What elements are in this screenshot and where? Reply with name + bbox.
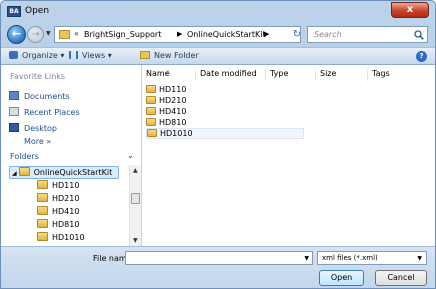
breadcrumb-arrow-icon[interactable]: ▶ [264,30,269,38]
open-button[interactable]: Open [319,270,364,286]
tree-item-label: HD410 [52,207,80,216]
chevron-down-icon[interactable]: ▼ [304,255,309,262]
folder-icon [146,85,156,93]
file-list: ▲ Name Date modified Type Size Tags HD110… [142,65,435,246]
column-header-name[interactable]: ▲ Name [142,69,196,81]
column-header-date-modified[interactable]: Date modified [196,69,266,81]
folder-icon [146,107,156,115]
file-type-value: xml files (*.xml) [322,254,378,262]
file-type-select[interactable]: xml files (*.xml) ▼ [317,251,427,265]
title-bar: BA Open x [1,1,435,23]
folder-icon [37,206,48,215]
scrollbar-thumb[interactable] [131,193,140,204]
tree-item[interactable]: HD1010 [37,232,85,245]
scroll-up-icon[interactable]: ▲ [133,167,138,174]
tree-item[interactable]: HD810 [37,219,79,232]
file-row[interactable]: HD210 [146,96,186,107]
folder-icon [147,129,157,137]
tree-item-label: HD110 [52,181,80,190]
forward-button[interactable]: → [27,26,44,43]
tree-item-label: HD210 [52,194,80,203]
tree-item-onlinequickstartkit[interactable]: ◢ OnlineQuickStartKit [9,166,119,179]
documents-icon [9,91,19,100]
favorite-label: Desktop [24,124,57,133]
favorite-label: Documents [24,92,70,101]
new-folder-icon [140,51,150,59]
organize-menu[interactable]: Organize ▾ [9,51,64,60]
folder-tree: ◢ OnlineQuickStartKit HD110 HD210 HD410 H… [1,165,129,246]
recent-places-icon [9,107,19,116]
window-title: Open [25,6,50,16]
folder-icon [37,193,48,202]
desktop-icon [9,123,19,132]
views-label: Views ▾ [82,51,112,60]
tree-item[interactable]: HD210 [37,193,79,206]
column-header-type[interactable]: Type [266,69,316,81]
file-name: HD210 [159,96,187,105]
scroll-down-icon[interactable]: ▼ [133,237,138,244]
file-name: HD410 [159,107,187,116]
file-row[interactable]: HD110 [146,85,186,96]
organize-icon [9,51,18,59]
breadcrumb-item[interactable]: BrightSign_Support [84,30,161,39]
app-icon: BA [7,6,21,17]
file-name: HD1010 [160,129,193,138]
breadcrumb-arrow-icon[interactable]: ▶ [177,30,182,38]
toolbar: Organize ▾ Views ▾ New Folder ? [1,47,435,65]
breadcrumb-overflow[interactable]: « [74,29,79,38]
tree-item[interactable]: HD410 [37,206,79,219]
favorite-label: Recent Places [24,108,80,117]
folder-icon [37,232,48,241]
breadcrumb-item[interactable]: OnlineQuickStartKit [187,30,266,39]
search-input[interactable]: Search [307,26,428,43]
recent-pages-dropdown[interactable]: ▼ [46,30,51,37]
tree-item[interactable]: HD110 [37,180,79,193]
folder-icon [37,180,48,189]
address-row: ← → ▼ « BrightSign_Support ▶ OnlineQuick… [1,23,435,47]
folders-header[interactable]: Folders [10,152,39,161]
file-name: HD110 [159,85,187,94]
folder-icon [18,167,30,176]
file-row[interactable]: HD1010 [146,128,304,139]
views-menu[interactable]: Views ▾ [69,51,112,60]
folder-icon [146,118,156,126]
expand-arrow-icon[interactable]: ◢ [12,170,17,177]
folder-icon [37,219,48,228]
tree-item-label: OnlineQuickStartKit [33,168,113,177]
search-placeholder: Search [314,30,342,39]
favorite-desktop[interactable]: Desktop [9,123,57,135]
favorite-documents[interactable]: Documents [9,91,70,103]
new-folder-button[interactable]: New Folder [140,51,199,60]
back-button[interactable]: ← [7,25,26,44]
views-icon [69,51,78,59]
file-row[interactable]: HD410 [146,107,186,118]
file-name: HD810 [159,118,187,127]
favorite-links-header: Favorite Links [10,72,66,81]
close-button[interactable]: x [391,2,429,18]
chevron-down-icon[interactable]: ▼ [417,255,422,262]
tree-scrollbar[interactable]: ▲ ▼ [129,165,141,246]
dialog-footer: File name: ▼ xml files (*.xml) ▼ Open Ca… [1,246,435,288]
sort-arrow-icon: ▲ [166,69,170,75]
search-icon[interactable] [414,30,424,40]
tree-item-label: HD810 [52,220,80,229]
file-name-input[interactable]: ▼ [125,251,313,265]
folder-icon [146,96,156,104]
refresh-button[interactable]: ↻ [288,29,306,41]
new-folder-label: New Folder [154,51,199,60]
chevron-down-icon[interactable]: ⌄ [127,151,134,160]
favorite-recent-places[interactable]: Recent Places [9,107,80,119]
column-header-tags[interactable]: Tags [368,69,420,81]
cancel-button[interactable]: Cancel [375,270,427,286]
column-header-size[interactable]: Size [316,69,368,81]
address-bar[interactable]: « BrightSign_Support ▶ OnlineQuickStartK… [54,26,336,43]
organize-label: Organize ▾ [22,51,65,60]
help-icon[interactable]: ? [416,51,427,62]
tree-item-label: HD1010 [52,233,85,242]
navigation-pane: Favorite Links Documents Recent Places D… [1,65,142,246]
more-link[interactable]: More » [24,137,51,149]
folder-icon [59,30,70,39]
open-dialog: BA Open x ← → ▼ « BrightSign_Support ▶ O… [0,0,436,289]
